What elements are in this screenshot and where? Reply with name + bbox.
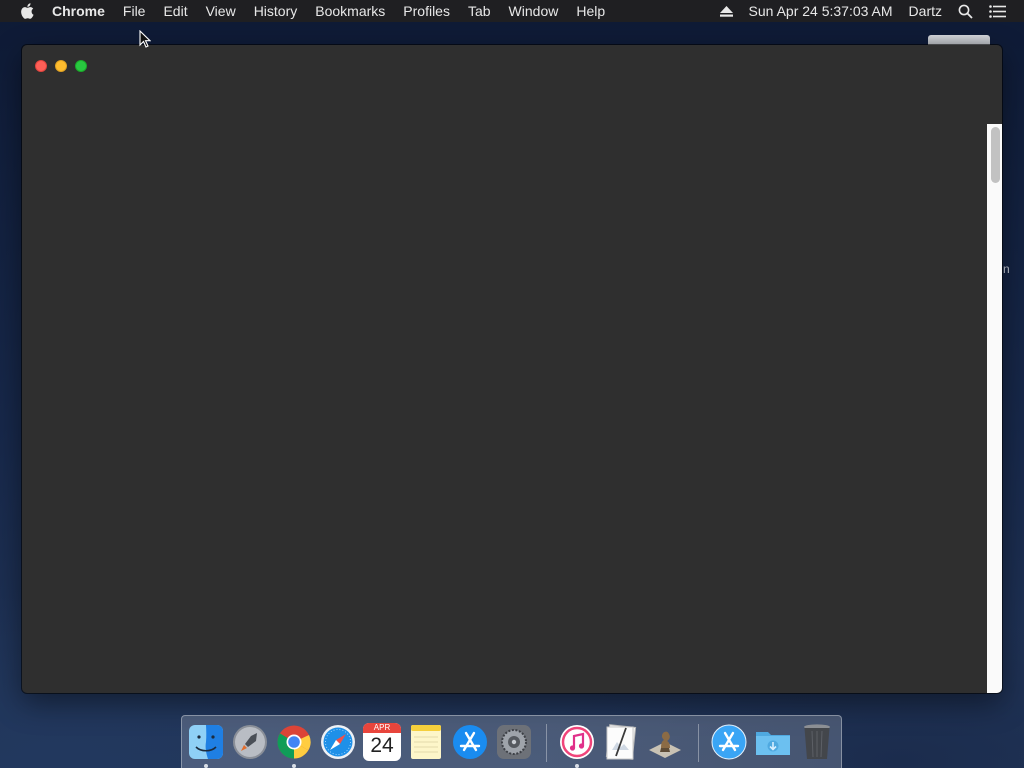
launchpad-icon[interactable] — [231, 723, 269, 761]
menu-help[interactable]: Help — [567, 0, 614, 22]
finder-icon[interactable] — [187, 723, 225, 761]
minimize-window-button[interactable] — [55, 60, 67, 72]
menu-history[interactable]: History — [245, 0, 307, 22]
app-menu-chrome[interactable]: Chrome — [43, 0, 114, 22]
menu-window[interactable]: Window — [500, 0, 568, 22]
apple-menu-icon[interactable] — [20, 3, 34, 19]
close-window-button[interactable] — [35, 60, 47, 72]
zoom-window-button[interactable] — [75, 60, 87, 72]
menu-bookmarks[interactable]: Bookmarks — [306, 0, 394, 22]
chrome-window — [22, 45, 1002, 693]
itunes-running-indicator — [575, 764, 579, 768]
mouse-cursor-icon — [139, 29, 152, 53]
spotlight-search-icon[interactable] — [950, 0, 981, 22]
menu-file[interactable]: File — [114, 0, 155, 22]
eject-icon[interactable] — [712, 0, 741, 22]
dock: APR 24 — [181, 715, 842, 768]
scrollbar-thumb[interactable] — [991, 127, 1000, 183]
safari-icon[interactable] — [319, 723, 357, 761]
preview-icon[interactable] — [602, 723, 640, 761]
finder-running-indicator — [204, 764, 208, 768]
google-chrome-icon[interactable] — [275, 723, 313, 761]
desktop-item-label: n — [1003, 262, 1010, 276]
dock-separator — [546, 724, 547, 762]
chess-icon[interactable] — [646, 723, 684, 761]
system-preferences-icon[interactable] — [495, 723, 533, 761]
dock-separator — [698, 724, 699, 762]
menu-edit[interactable]: Edit — [154, 0, 196, 22]
vertical-scrollbar[interactable] — [987, 124, 1002, 693]
chrome-running-indicator — [292, 764, 296, 768]
downloads-folder-icon[interactable] — [754, 723, 792, 761]
app-store-icon[interactable] — [451, 723, 489, 761]
calendar-day: 24 — [370, 734, 394, 757]
menu-tab[interactable]: Tab — [459, 0, 500, 22]
menubar-user[interactable]: Dartz — [901, 0, 950, 22]
menu-bar: Chrome File Edit View History Bookmarks … — [0, 0, 1024, 22]
itunes-icon[interactable] — [558, 723, 596, 761]
notes-icon[interactable] — [407, 723, 445, 761]
app-store-icon[interactable] — [710, 723, 748, 761]
calendar-icon[interactable]: APR 24 — [363, 723, 401, 761]
trash-icon[interactable] — [798, 723, 836, 761]
notification-center-icon[interactable] — [981, 0, 1014, 22]
menu-view[interactable]: View — [197, 0, 245, 22]
window-controls — [35, 60, 87, 72]
menubar-clock[interactable]: Sun Apr 24 5:37:03 AM — [741, 0, 901, 22]
menu-profiles[interactable]: Profiles — [394, 0, 459, 22]
calendar-month: APR — [363, 723, 401, 733]
